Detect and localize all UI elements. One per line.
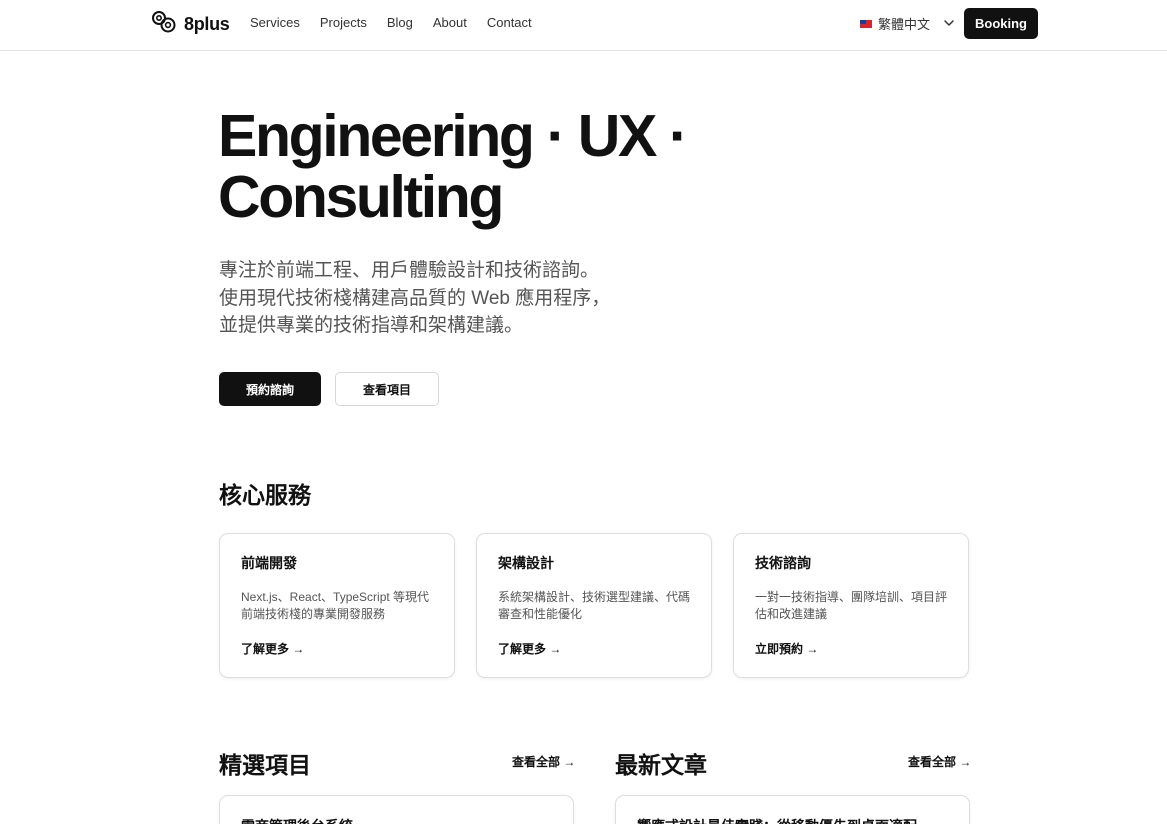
site-header: 8plus Services Projects Blog About Conta… — [0, 0, 1167, 51]
logo-rings-icon — [151, 10, 177, 39]
hero-desc-line: 專注於前端工程、用戶體驗設計和技術諮詢。 — [219, 260, 600, 281]
hero-description: 專注於前端工程、用戶體驗設計和技術諮詢。 使用現代技術棧構建高品質的 Web 應… — [219, 257, 699, 340]
taiwan-flag-icon — [860, 19, 872, 28]
nav-projects[interactable]: Projects — [320, 15, 367, 30]
service-card-desc: 一對一技術指導、團隊培訓、項目評估和改進建議 — [755, 590, 948, 621]
book-consultation-button[interactable]: 預約諮詢 — [219, 372, 321, 406]
nav-contact[interactable]: Contact — [487, 15, 532, 30]
service-card-frontend: 前端開發 Next.js、React、TypeScript 等現代前端技術棧的專… — [219, 533, 455, 678]
hero-desc-line: 並提供專業的技術指導和架構建議。 — [219, 315, 524, 336]
main-nav: Services Projects Blog About Contact — [250, 15, 532, 30]
service-card-desc: Next.js、React、TypeScript 等現代前端技術棧的專業開發服務 — [241, 590, 430, 621]
nav-services[interactable]: Services — [250, 15, 300, 30]
service-card-architecture: 架構設計 系統架構設計、技術選型建議、代碼審查和性能優化 了解更多 → — [476, 533, 712, 678]
service-card-title: 架構設計 — [498, 555, 554, 571]
book-now-link[interactable]: 立即預約 → — [755, 640, 818, 657]
article-card-title: 響應式設計最佳實踐：從移動優先到桌面適配 — [637, 816, 917, 824]
hero-desc-line: 使用現代技術棧構建高品質的 Web 應用程序， — [219, 287, 611, 309]
project-card-title: 電商管理後台系統 — [241, 816, 353, 824]
view-projects-button[interactable]: 查看項目 — [335, 372, 439, 406]
hero-title-line2: Consulting — [218, 164, 504, 230]
booking-button[interactable]: Booking — [964, 8, 1038, 39]
articles-view-all-link[interactable]: 查看全部 → — [908, 753, 971, 770]
service-card-title: 前端開發 — [241, 555, 297, 571]
language-label: 繁體中文 — [878, 17, 931, 32]
hero-title: Engineering · UX · Consulting — [218, 106, 738, 228]
article-card[interactable]: 響應式設計最佳實踐：從移動優先到桌面適配 — [615, 795, 970, 824]
language-selector[interactable]: 繁體中文 — [860, 14, 956, 33]
nav-blog[interactable]: Blog — [387, 15, 413, 30]
service-card-title: 技術諮詢 — [755, 555, 811, 571]
articles-title: 最新文章 — [615, 752, 707, 778]
projects-title: 精選項目 — [219, 752, 311, 778]
nav-about[interactable]: About — [433, 15, 467, 30]
learn-more-link[interactable]: 了解更多 → — [241, 640, 304, 657]
chevron-down-icon — [936, 14, 956, 33]
logo-text: 8plus — [184, 14, 230, 34]
service-card-desc: 系統架構設計、技術選型建議、代碼審查和性能優化 — [498, 590, 691, 621]
learn-more-link[interactable]: 了解更多 → — [498, 640, 561, 657]
projects-view-all-link[interactable]: 查看全部 → — [512, 753, 575, 770]
logo[interactable]: 8plus — [151, 10, 230, 39]
hero-title-line1: Engineering · UX · — [218, 103, 689, 169]
project-card[interactable]: 電商管理後台系統 — [219, 795, 574, 824]
service-card-consulting: 技術諮詢 一對一技術指導、團隊培訓、項目評估和改進建議 立即預約 → — [733, 533, 969, 678]
services-title: 核心服務 — [219, 482, 311, 508]
